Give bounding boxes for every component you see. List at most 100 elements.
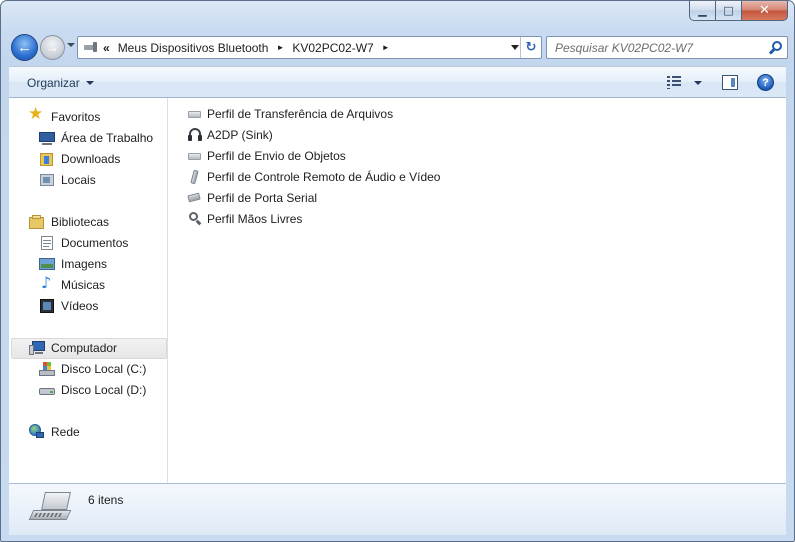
breadcrumb-item[interactable]: Meus Dispositivos Bluetooth xyxy=(114,41,273,55)
computer-icon xyxy=(29,340,45,356)
window-controls: ▁ □ ✕ xyxy=(689,1,788,21)
breadcrumb-overflow-button[interactable]: « xyxy=(103,41,114,55)
sidebar-item-videos[interactable]: Vídeos xyxy=(39,296,98,316)
search-icon[interactable] xyxy=(768,41,783,55)
sidebar-item-drive-d[interactable]: Disco Local (D:) xyxy=(39,380,146,400)
bluetooth-devices-icon xyxy=(84,42,98,52)
sidebar-item-desktop[interactable]: Área de Trabalho xyxy=(39,128,153,148)
chevron-down-icon xyxy=(85,81,94,85)
sidebar-group-label: Bibliotecas xyxy=(51,215,110,229)
documents-icon xyxy=(39,235,55,251)
laptop-icon xyxy=(28,492,73,528)
refresh-icon: ↻ xyxy=(525,40,537,55)
list-item[interactable]: Perfil de Porta Serial xyxy=(187,188,318,207)
organize-label: Organizar xyxy=(27,76,80,90)
desktop-icon xyxy=(39,130,55,146)
list-item[interactable]: A2DP (Sink) xyxy=(188,125,273,144)
sidebar-item-label: Vídeos xyxy=(61,299,99,313)
sidebar-item-label: Downloads xyxy=(61,152,121,166)
change-view-button[interactable] xyxy=(667,75,703,91)
maximize-icon: □ xyxy=(723,4,734,17)
sidebar-item-label: Disco Local (D:) xyxy=(61,383,147,397)
sidebar-item-label: Músicas xyxy=(61,278,106,292)
sidebar-item-label: Locais xyxy=(61,173,96,187)
forward-arrow-icon: → xyxy=(46,40,59,55)
views-icon xyxy=(667,76,681,89)
details-pane: 6 itens xyxy=(9,483,786,535)
list-item-label: A2DP (Sink) xyxy=(207,127,273,142)
address-bar[interactable]: « Meus Dispositivos Bluetooth ► KV02PC02… xyxy=(77,36,542,59)
sidebar-group-label: Rede xyxy=(51,425,80,439)
sidebar-group-network[interactable]: Rede xyxy=(29,422,80,442)
sidebar-item-documents[interactable]: Documentos xyxy=(39,233,128,253)
navigation-bar: ← → « Meus Dispositivos Bluetooth ► KV02… xyxy=(9,32,788,62)
help-icon: ? xyxy=(762,76,769,89)
object-push-profile-icon xyxy=(188,149,202,163)
list-item-label: Perfil de Porta Serial xyxy=(207,190,318,205)
close-button[interactable]: ✕ xyxy=(742,1,788,21)
help-button[interactable]: ? xyxy=(757,74,774,91)
remote-control-icon xyxy=(188,169,202,184)
list-item[interactable]: Perfil de Envio de Objetos xyxy=(188,146,346,165)
sidebar-item-pictures[interactable]: Imagens xyxy=(39,254,107,274)
breadcrumb: « Meus Dispositivos Bluetooth ► KV02PC02… xyxy=(103,37,394,58)
serial-port-icon xyxy=(187,191,202,205)
list-item-label: Perfil de Controle Remoto de Áudio e Víd… xyxy=(207,169,441,184)
address-dropdown-icon[interactable] xyxy=(511,45,519,50)
handsfree-icon xyxy=(188,211,202,226)
system-drive-icon xyxy=(39,361,55,377)
sidebar-group-label: Computador xyxy=(51,341,118,355)
list-item-label: Perfil de Envio de Objetos xyxy=(207,148,346,163)
maximize-button[interactable]: □ xyxy=(716,1,742,21)
sidebar-item-label: Documentos xyxy=(61,236,129,250)
search-box xyxy=(546,36,788,59)
list-item[interactable]: Perfil Mãos Livres xyxy=(188,209,302,228)
sidebar-group-favorites[interactable]: ★ Favoritos xyxy=(28,104,101,127)
preview-pane-icon xyxy=(731,78,735,87)
breadcrumb-item[interactable]: KV02PC02-W7 xyxy=(288,41,377,55)
sidebar-item-downloads[interactable]: Downloads xyxy=(39,149,120,169)
pictures-icon xyxy=(39,256,55,272)
videos-icon xyxy=(39,298,55,314)
sidebar-item-label: Imagens xyxy=(61,257,108,271)
list-item[interactable]: Perfil de Transferência de Arquivos xyxy=(188,104,393,123)
file-list: Perfil de Transferência de Arquivos A2DP… xyxy=(169,98,786,483)
organize-button[interactable]: Organizar xyxy=(27,76,94,90)
breadcrumb-chevron-icon[interactable]: ► xyxy=(272,43,288,52)
headphones-icon xyxy=(188,127,202,142)
minimize-button[interactable]: ▁ xyxy=(689,1,716,21)
recent-places-icon xyxy=(39,172,55,188)
sidebar-item-recent-places[interactable]: Locais xyxy=(39,170,96,190)
recent-pages-dropdown-icon[interactable] xyxy=(67,43,75,47)
sidebar-item-label: Área de Trabalho xyxy=(61,131,154,145)
list-item-label: Perfil de Transferência de Arquivos xyxy=(207,106,394,121)
forward-button[interactable]: → xyxy=(40,35,65,60)
list-item[interactable]: Perfil de Controle Remoto de Áudio e Víd… xyxy=(188,167,440,186)
chevron-down-icon xyxy=(694,81,702,85)
sidebar-group-computer[interactable]: Computador xyxy=(29,338,117,358)
back-button[interactable]: ← xyxy=(11,34,38,61)
sidebar-group-label: Favoritos xyxy=(51,110,101,124)
search-input[interactable] xyxy=(547,37,762,58)
explorer-window: ▁ □ ✕ ← → « Meus Dispositivos Bluetooth … xyxy=(0,0,795,542)
sidebar-item-drive-c[interactable]: Disco Local (C:) xyxy=(39,359,146,379)
minimize-icon: ▁ xyxy=(698,4,707,17)
item-count: 6 itens xyxy=(88,493,124,507)
network-icon xyxy=(29,424,45,440)
downloads-folder-icon xyxy=(39,151,55,167)
sidebar-item-label: Disco Local (C:) xyxy=(61,362,147,376)
back-arrow-icon: ← xyxy=(17,39,32,56)
sidebar-group-libraries[interactable]: Bibliotecas xyxy=(29,212,109,232)
navigation-pane: ★ Favoritos Área de Trabalho Downloads L… xyxy=(9,98,168,483)
preview-pane-button[interactable] xyxy=(722,75,738,90)
sidebar-item-music[interactable]: ♪ Músicas xyxy=(39,275,105,295)
main-area: ★ Favoritos Área de Trabalho Downloads L… xyxy=(9,98,786,483)
music-icon: ♪ xyxy=(41,273,52,292)
breadcrumb-chevron-icon[interactable]: ► xyxy=(378,43,394,52)
star-icon: ★ xyxy=(28,104,44,124)
close-icon: ✕ xyxy=(759,3,770,18)
refresh-button[interactable]: ↻ xyxy=(520,37,541,58)
list-item-label: Perfil Mãos Livres xyxy=(207,211,303,226)
libraries-icon xyxy=(29,214,45,230)
drive-icon xyxy=(39,382,55,398)
